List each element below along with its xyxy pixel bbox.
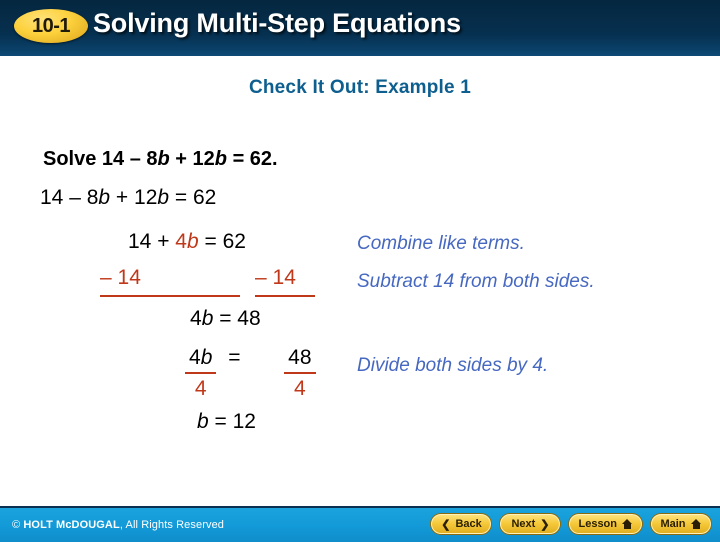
page-title: Solving Multi-Step Equations [93,8,461,38]
step4-var-a: b [201,307,214,330]
prompt-var-a: b [157,148,170,170]
main-button[interactable]: Main [650,513,712,535]
equation-step-2: 14 + 4b = 62 [128,231,246,252]
step3-left-term: – 14 [100,266,240,297]
prompt-solve-label: Solve [43,148,102,170]
prompt-expr-a: 14 – 8 [101,148,158,170]
step1-expr-a: 14 – 8 [40,186,99,209]
next-button[interactable]: Next ❯ [499,513,562,535]
prompt-expr-b: + 12 [169,148,215,170]
step2-coefficient: 4 [175,230,187,253]
step5-left-num-coef: 4 [189,346,201,369]
equation-step-4: 4b = 48 [190,308,261,329]
navigation-bar: ❮ Back Next ❯ Lesson Main [430,513,712,535]
step5-left-numerator: 4b [185,346,217,374]
lesson-button[interactable]: Lesson [568,513,643,535]
step5-right-denominator: 4 [294,377,306,400]
step4-expr-b: = 48 [213,307,261,330]
step1-expr-b: + 12 [110,186,158,209]
slide-header: 10-1 Solving Multi-Step Equations [0,0,720,56]
home-icon [622,519,633,529]
step5-right-fraction: 48 4 [284,346,316,401]
chevron-right-icon: ❯ [540,518,550,531]
prompt-var-b: b [214,148,228,170]
step5-left-denominator: 4 [194,377,207,400]
annotation-subtract-14: Subtract 14 from both sides. [357,271,595,292]
step3-right-term: – 14 [255,266,315,297]
equation-step-1: 14 – 8b + 12b = 62 [40,187,216,208]
lesson-number-label: 10-1 [31,15,71,37]
home-icon [690,519,702,529]
step5-left-num-var: b [200,346,213,369]
step4-coefficient: 4 [190,307,202,330]
annotation-combine-like-terms: Combine like terms. [357,233,525,254]
annotation-divide-by-4: Divide both sides by 4. [357,355,549,376]
step5-left-fraction: 4b 4 [185,346,217,401]
step2-expr-b: = 62 [198,230,246,253]
step1-var-a: b [98,186,111,209]
copyright-rest: , All Rights Reserved [119,519,225,531]
back-button-label: Back [455,518,482,530]
equation-step-5: 4b 4 = 48 4 [185,346,316,404]
step2-expr-a: 14 + [128,230,176,253]
step5-equals-sign: = [228,346,241,369]
problem-prompt: Solve 14 – 8b + 12b = 62. [43,149,278,169]
lesson-number-badge: 10-1 [14,9,88,43]
prompt-expr-c: = 62. [227,148,278,170]
solution-value: = 12 [208,410,256,433]
next-button-label: Next [511,518,536,530]
copyright-notice: © HOLT McDOUGAL, All Rights Reserved [12,519,224,531]
lesson-button-label: Lesson [578,518,617,530]
step5-right-numerator: 48 [284,346,316,374]
step1-var-b: b [157,186,170,209]
step1-expr-c: = 62 [169,186,217,209]
solution-var: b [197,410,209,433]
equation-solution: b = 12 [197,411,256,432]
copyright-brand: HOLT McDOUGAL [23,519,120,531]
main-button-label: Main [660,518,686,530]
slide-footer: © HOLT McDOUGAL, All Rights Reserved ❮ B… [0,506,720,542]
step2-var-a: b [186,230,199,253]
chevron-left-icon: ❮ [441,518,451,531]
worked-example: Solve 14 – 8b + 12b = 62. 14 – 8b + 12b … [0,56,720,506]
back-button[interactable]: ❮ Back [430,513,493,535]
slide-body: Check It Out: Example 1 Solve 14 – 8b + … [0,56,720,506]
copyright-mark: © [12,519,24,531]
